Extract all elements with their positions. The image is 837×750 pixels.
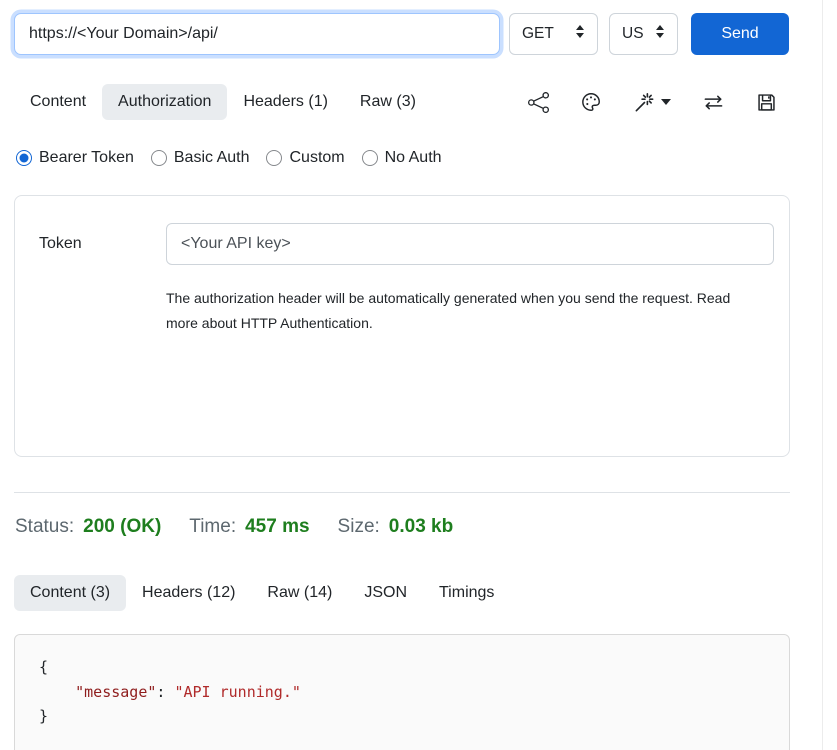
time-group: Time: 457 ms	[189, 516, 309, 538]
response-body: { "message": "API running." }	[14, 634, 790, 750]
radio-basic-auth[interactable]: Basic Auth	[151, 149, 250, 167]
resp-tab-raw[interactable]: Raw (14)	[251, 575, 348, 611]
time-label: Time:	[189, 516, 236, 538]
radio-label: Basic Auth	[174, 149, 250, 167]
radio-label: Bearer Token	[39, 149, 134, 167]
time-value: 457 ms	[245, 516, 309, 538]
palette-icon[interactable]	[580, 91, 602, 113]
radio-label: No Auth	[385, 149, 442, 167]
auth-help-text: The authorization header will be automat…	[166, 286, 766, 336]
json-key: "message"	[75, 683, 156, 701]
size-group: Size: 0.03 kb	[338, 516, 454, 538]
request-toolbar	[528, 91, 790, 114]
page-right-divider	[822, 0, 823, 750]
json-separator: :	[156, 683, 174, 701]
tab-raw[interactable]: Raw (3)	[344, 84, 432, 120]
radio-unselected-icon	[266, 150, 282, 166]
radio-unselected-icon	[362, 150, 378, 166]
token-label: Token	[39, 235, 166, 253]
api-client-page: GET US Send Content Authorization Header…	[0, 0, 837, 750]
status-label: Status:	[15, 516, 74, 538]
status-value: 200 (OK)	[83, 516, 161, 538]
save-icon[interactable]	[756, 92, 777, 113]
region-select-value: US	[622, 25, 644, 43]
radio-custom[interactable]: Custom	[266, 149, 344, 167]
updown-caret-icon	[655, 24, 665, 44]
auth-method-options: Bearer Token Basic Auth Custom No Auth	[14, 149, 790, 167]
resp-tab-json[interactable]: JSON	[348, 575, 423, 611]
size-value: 0.03 kb	[389, 516, 453, 538]
status-group: Status: 200 (OK)	[15, 516, 161, 538]
request-tabs-row: Content Authorization Headers (1) Raw (3…	[14, 84, 790, 120]
swap-arrows-icon[interactable]	[702, 92, 725, 113]
tab-headers[interactable]: Headers (1)	[227, 84, 343, 120]
response-summary: Status: 200 (OK) Time: 457 ms Size: 0.03…	[14, 516, 790, 538]
radio-unselected-icon	[151, 150, 167, 166]
json-close-brace: }	[39, 704, 789, 729]
radio-label: Custom	[289, 149, 344, 167]
region-select[interactable]: US	[609, 13, 678, 55]
send-button[interactable]: Send	[691, 13, 789, 55]
token-input[interactable]	[166, 223, 774, 265]
url-input[interactable]	[14, 13, 500, 55]
resp-tab-headers[interactable]: Headers (12)	[126, 575, 251, 611]
bearer-token-panel: Token The authorization header will be a…	[14, 195, 790, 457]
response-tabs: Content (3) Headers (12) Raw (14) JSON T…	[14, 575, 790, 611]
tab-authorization[interactable]: Authorization	[102, 84, 227, 120]
json-message-line: "message": "API running."	[39, 680, 789, 705]
section-divider	[14, 492, 790, 493]
resp-tab-timings[interactable]: Timings	[423, 575, 510, 611]
radio-bearer-token[interactable]: Bearer Token	[16, 149, 134, 167]
size-label: Size:	[338, 516, 380, 538]
request-bar: GET US Send	[14, 13, 790, 55]
json-open-brace: {	[39, 655, 789, 680]
updown-caret-icon	[575, 24, 585, 44]
radio-no-auth[interactable]: No Auth	[362, 149, 442, 167]
share-icon[interactable]	[528, 92, 549, 113]
request-tabs: Content Authorization Headers (1) Raw (3…	[14, 84, 432, 120]
radio-selected-icon	[16, 150, 32, 166]
resp-tab-content[interactable]: Content (3)	[14, 575, 126, 611]
dropdown-caret-icon	[661, 99, 671, 105]
tab-content[interactable]: Content	[14, 84, 102, 120]
json-value: "API running."	[174, 683, 300, 701]
method-select[interactable]: GET	[509, 13, 598, 55]
magic-wand-dropdown-icon[interactable]	[633, 91, 671, 114]
method-select-value: GET	[522, 25, 554, 43]
